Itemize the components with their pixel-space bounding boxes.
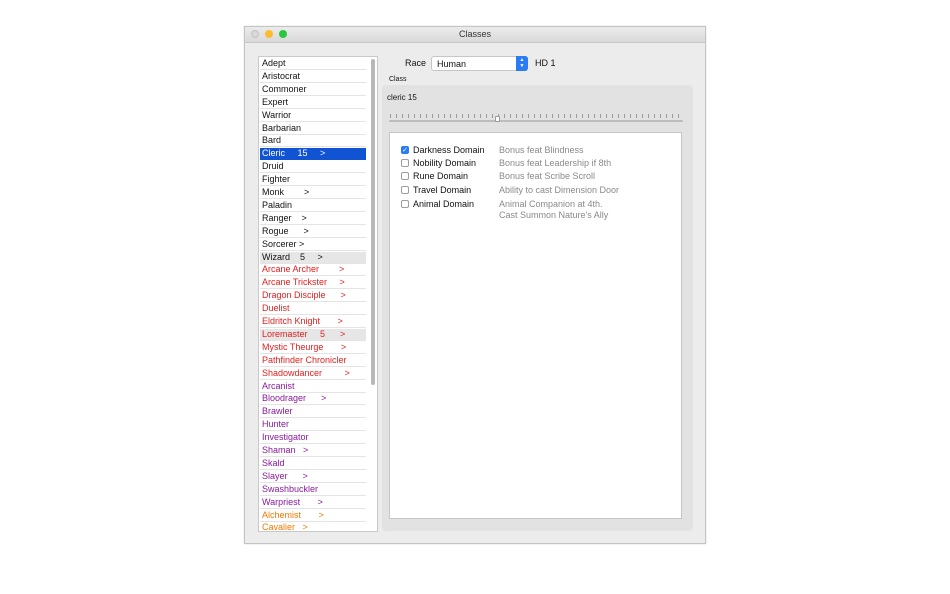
class-list-item[interactable]: Expert [260,97,366,109]
class-list-item[interactable]: Ranger > [260,213,366,225]
class-list-item[interactable]: Arcane Archer > [260,264,366,277]
class-list-item[interactable]: Alchemist > [260,510,366,522]
domain-row[interactable]: ✓ Darkness Domain Bonus feat Blindness [401,145,671,158]
race-value: Human [437,59,467,69]
domain-name: Nobility Domain [413,158,477,168]
class-level-text: cleric 15 [387,93,417,102]
class-list-item[interactable]: Aristocrat [260,71,366,83]
domain-description: Bonus feat Scribe Scroll [499,171,596,181]
title-bar: Classes [245,27,705,43]
class-list-item[interactable]: Wizard 5 > [260,251,366,264]
domain-description: Ability to cast Dimension Door [499,185,620,195]
class-list-item[interactable]: Fighter [260,174,366,187]
class-list-item[interactable]: Cavalier > [260,522,366,531]
window-title: Classes [458,29,491,39]
domain-checkbox[interactable] [401,200,409,208]
domain-row[interactable]: Rune Domain Bonus feat Scribe Scroll [401,171,671,184]
domain-description: Bonus feat Leadership if 8th [499,158,612,168]
checkmark-icon: ✓ [402,147,408,154]
class-list-item[interactable]: Pathfinder Chronicler [260,355,366,367]
class-list-item[interactable]: Adept [260,58,366,70]
domain-checkbox[interactable] [401,172,409,180]
domain-checkbox[interactable]: ✓ [401,146,409,154]
class-group-box: cleric 15 ✓ Darkness Domain Bonus feat Bli… [382,85,693,531]
updown-chevron-icon: ▲ ▼ [516,56,528,71]
class-list-item[interactable]: Arcanist [260,381,366,393]
class-list-item[interactable]: Shadowdancer > [260,368,366,380]
domain-description: Bonus feat Blindness [499,145,584,155]
level-slider-ticks [390,114,684,118]
class-list-item[interactable]: Arcane Trickster > [260,277,366,290]
domain-name: Travel Domain [413,185,472,195]
domain-name: Animal Domain [413,199,475,209]
domain-list: ✓ Darkness Domain Bonus feat Blindness Nobi… [389,132,682,519]
class-list-item[interactable]: Warpriest > [260,497,366,509]
class-list-item[interactable]: Brawler [260,406,366,419]
class-list-item[interactable]: Sorcerer > [260,239,366,251]
class-list-item[interactable]: Druid [260,161,366,174]
class-list-item[interactable]: Barbarian [260,123,366,135]
domain-checkbox[interactable] [401,159,409,167]
class-list-item[interactable]: Eldritch Knight > [260,316,366,328]
domain-checkbox[interactable] [401,186,409,194]
class-list-item[interactable]: Mystic Theurge > [260,342,366,354]
class-list-item[interactable]: Slayer > [260,471,366,483]
class-list-scrollbar[interactable] [371,59,375,385]
domain-description: Animal Companion at 4th. Cast Summon Nat… [499,199,609,220]
race-select[interactable]: Human ▲ ▼ [431,56,528,71]
class-list-item[interactable]: Skald [260,458,366,470]
class-list-item[interactable]: Loremaster 5 > [260,328,366,341]
class-list-item[interactable]: Investigator [260,432,366,445]
class-group-label: Class [389,76,407,83]
class-list-item[interactable]: Shaman > [260,445,366,457]
class-list-item[interactable]: Warrior [260,110,366,122]
class-list-item[interactable]: Duelist [260,303,366,316]
domain-row[interactable]: Travel Domain Ability to cast Dimension D… [401,185,671,198]
class-list-item[interactable]: Swashbuckler [260,484,366,496]
class-list-item[interactable]: Hunter [260,419,366,432]
race-label: Race [405,58,427,68]
class-list-item[interactable]: Monk > [260,187,366,199]
domain-name: Darkness Domain [413,145,485,155]
hit-dice-label: HD 1 [535,58,556,68]
domain-row[interactable]: Nobility Domain Bonus feat Leadership if … [401,158,671,171]
domain-name: Rune Domain [413,171,469,181]
classes-window: Classes Adept Aristocrat Commoner Expert War… [244,26,706,544]
class-list-item[interactable]: Rogue > [260,226,366,238]
level-slider[interactable] [389,120,683,122]
class-list[interactable]: Adept Aristocrat Commoner Expert Warrior Barb… [258,56,378,532]
level-slider-thumb[interactable] [495,116,500,122]
class-list-item[interactable]: Bloodrager > [260,393,366,406]
class-list-item[interactable]: Bard [260,135,366,148]
class-list-item[interactable]: Dragon Disciple > [260,290,366,303]
domain-row[interactable]: Animal Domain Animal Companion at 4th. Ca… [401,199,671,220]
class-list-item[interactable]: Commoner [260,84,366,96]
class-list-item[interactable]: Cleric 15 > [260,148,366,161]
class-list-item[interactable]: Paladin [260,200,366,212]
